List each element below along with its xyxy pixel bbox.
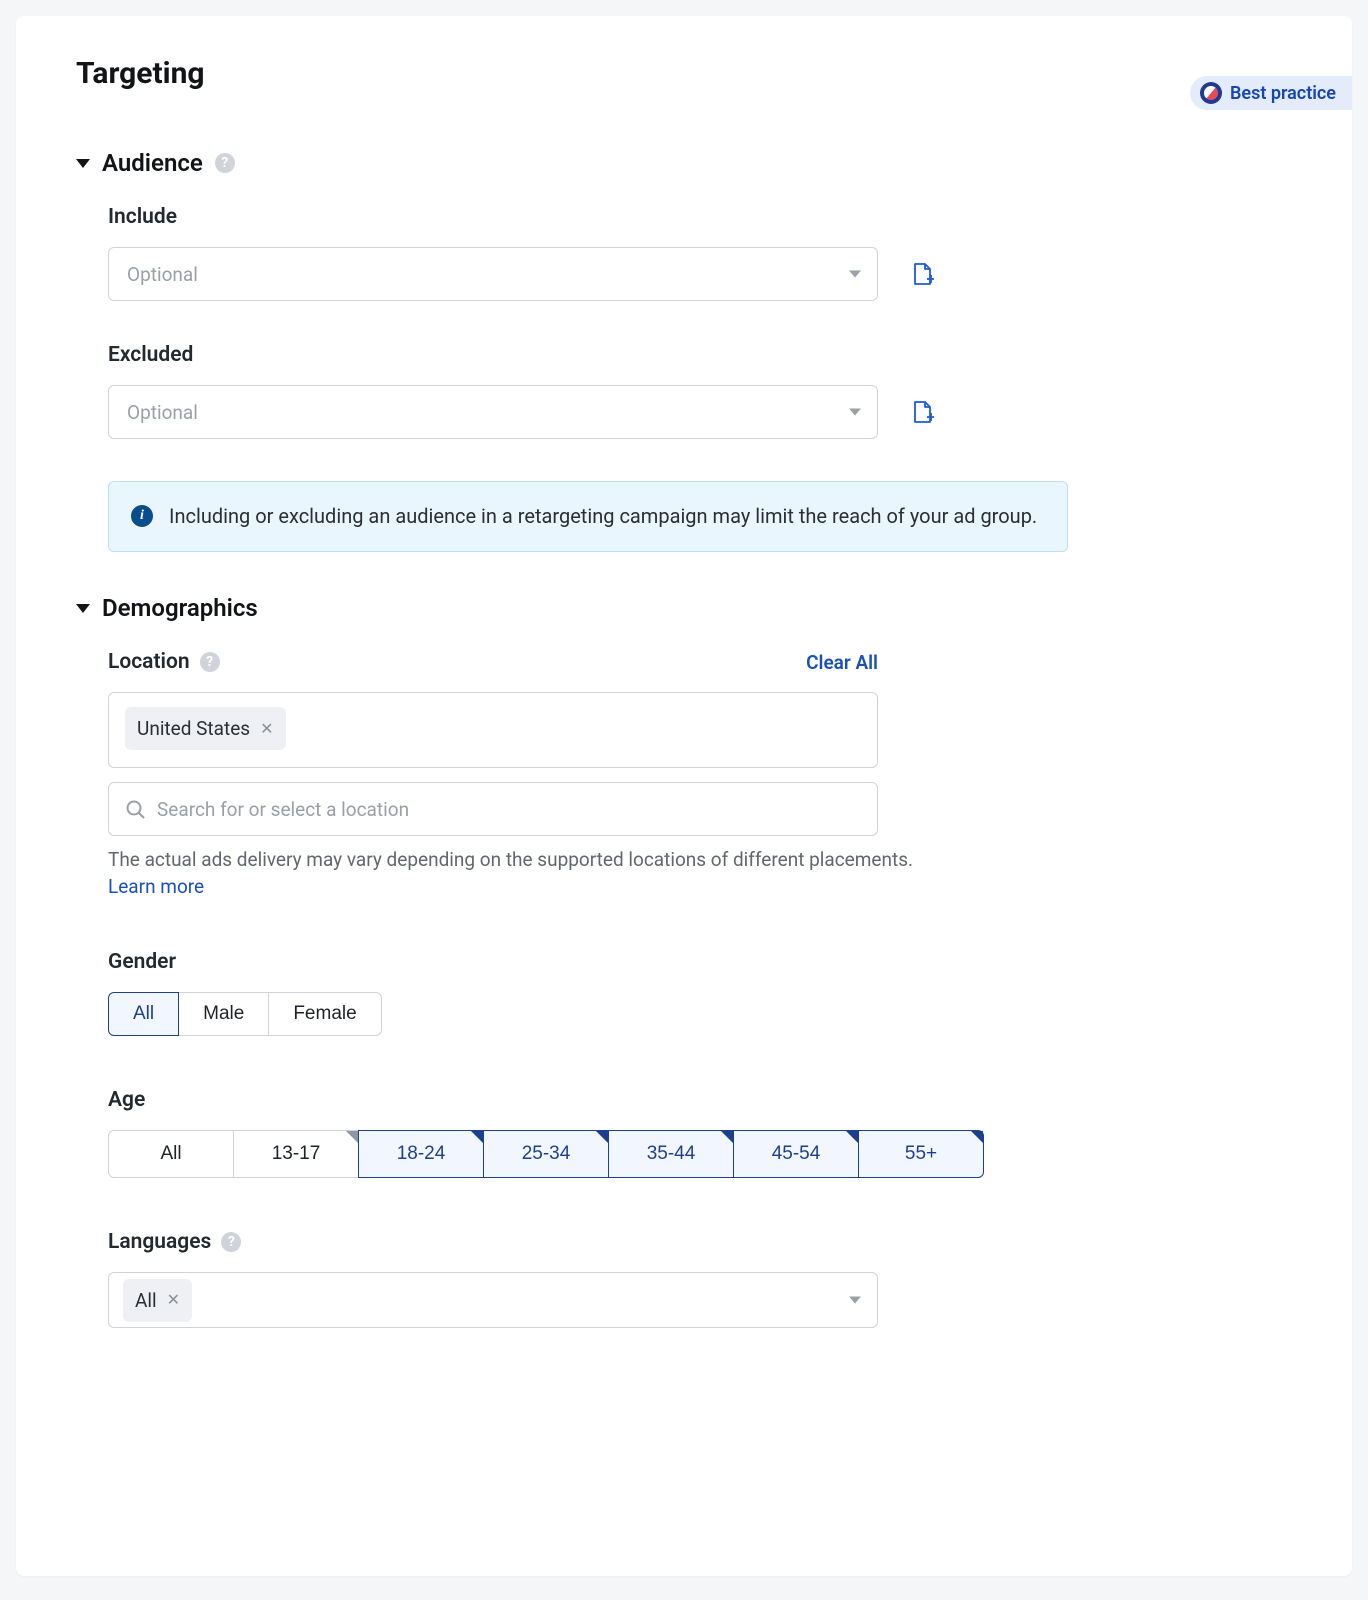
create-audience-icon[interactable]: [912, 400, 934, 424]
help-icon[interactable]: ?: [221, 1232, 241, 1252]
age-label: Age: [108, 1088, 1292, 1112]
location-search-placeholder: Search for or select a location: [157, 798, 409, 821]
age-option[interactable]: 45-54: [733, 1130, 859, 1178]
gender-option-all[interactable]: All: [108, 992, 179, 1036]
audience-excluded-select[interactable]: Optional: [108, 385, 878, 439]
learn-more-link[interactable]: Learn more: [108, 875, 204, 898]
demographics-section-title: Demographics: [102, 594, 258, 622]
gender-segmented-control: AllMaleFemale: [108, 992, 382, 1036]
include-label: Include: [108, 205, 1292, 229]
location-search-input[interactable]: Search for or select a location: [108, 782, 878, 836]
compass-icon: [1200, 82, 1222, 104]
page-title: Targeting: [76, 56, 205, 91]
language-tag: All ✕: [123, 1279, 192, 1322]
help-icon[interactable]: ?: [200, 652, 220, 672]
chevron-down-icon: [849, 409, 861, 416]
excluded-label: Excluded: [108, 343, 1292, 367]
best-practice-label: Best practice: [1230, 83, 1336, 104]
languages-select[interactable]: All ✕: [108, 1272, 878, 1328]
card-header: Targeting: [76, 56, 1292, 91]
age-option[interactable]: All: [108, 1130, 234, 1178]
location-label: Location: [108, 650, 190, 674]
demographics-section-header[interactable]: Demographics: [76, 594, 1292, 622]
age-option[interactable]: 25-34: [483, 1130, 609, 1178]
location-tags-box[interactable]: United States ✕: [108, 692, 878, 768]
age-option[interactable]: 13-17: [233, 1130, 359, 1178]
caret-down-icon: [76, 159, 90, 168]
chevron-down-icon: [849, 1297, 861, 1304]
caret-down-icon: [76, 604, 90, 613]
language-tag-label: All: [135, 1289, 157, 1312]
audience-info-alert: Including or excluding an audience in a …: [108, 481, 1068, 552]
location-hint: The actual ads delivery may vary dependi…: [108, 848, 1008, 871]
targeting-card: Targeting Best practice Audience ? Inclu…: [16, 16, 1352, 1576]
clear-all-link[interactable]: Clear All: [806, 651, 878, 674]
audience-info-text: Including or excluding an audience in a …: [169, 502, 1037, 531]
location-tag: United States ✕: [125, 707, 286, 750]
remove-tag-icon[interactable]: ✕: [260, 721, 273, 737]
audience-section-header[interactable]: Audience ?: [76, 149, 1292, 177]
languages-label: Languages: [108, 1230, 211, 1254]
location-tag-label: United States: [137, 717, 250, 740]
audience-include-select[interactable]: Optional: [108, 247, 878, 301]
help-icon[interactable]: ?: [215, 153, 235, 173]
gender-option-female[interactable]: Female: [268, 992, 381, 1036]
include-placeholder: Optional: [127, 263, 198, 286]
audience-section-title: Audience: [102, 149, 203, 177]
age-option[interactable]: 35-44: [608, 1130, 734, 1178]
create-audience-icon[interactable]: [912, 262, 934, 286]
excluded-placeholder: Optional: [127, 401, 198, 424]
age-option[interactable]: 18-24: [358, 1130, 484, 1178]
remove-tag-icon[interactable]: ✕: [167, 1292, 180, 1308]
chevron-down-icon: [849, 271, 861, 278]
age-option[interactable]: 55+: [858, 1130, 984, 1178]
gender-option-male[interactable]: Male: [178, 992, 269, 1036]
best-practice-badge[interactable]: Best practice: [1190, 76, 1352, 110]
age-segmented-control: All13-1718-2425-3435-4445-5455+: [108, 1130, 984, 1178]
gender-label: Gender: [108, 950, 1292, 974]
info-icon: [131, 505, 153, 527]
